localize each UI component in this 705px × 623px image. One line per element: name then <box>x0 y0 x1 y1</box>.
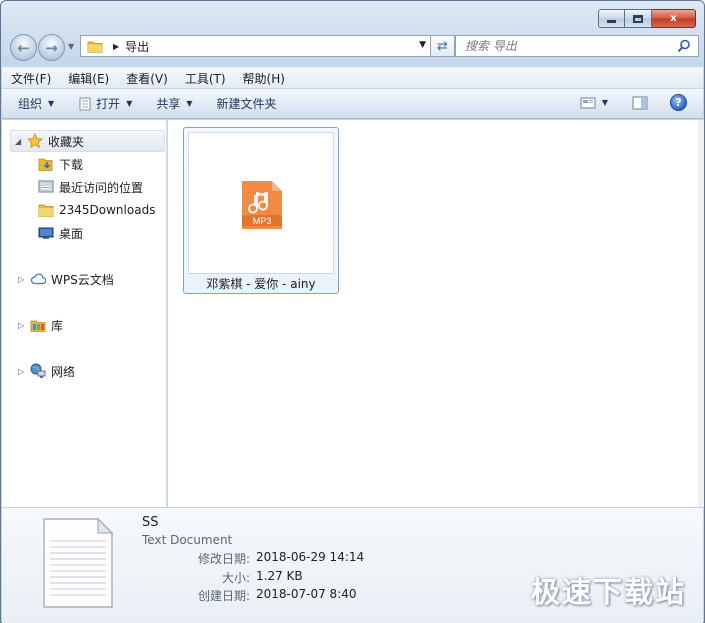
file-thumbnail: MP3 <box>188 132 334 274</box>
chevron-down-icon: ▼ <box>186 99 193 108</box>
arrow-left-icon: ← <box>17 38 30 57</box>
open-icon <box>79 97 91 110</box>
search-input[interactable] <box>465 39 665 53</box>
forward-button[interactable]: → <box>38 34 65 61</box>
details-created: 创建日期: 2018-07-07 8:40 <box>142 587 357 605</box>
downloads-folder-icon <box>38 158 53 171</box>
nav-library-label: 库 <box>51 318 64 333</box>
collapsed-arrow-icon[interactable]: ▷ <box>18 367 30 376</box>
menu-bar: 文件(F) 编辑(E) 查看(V) 工具(T) 帮助(H) <box>2 67 703 88</box>
navigation-pane: ◢ 收藏夹 下载 最近访问的位置 2345Downloads 桌面 ▷ WPS云… <box>2 120 167 507</box>
nav-favorites[interactable]: ◢ 收藏夹 <box>10 130 165 152</box>
text-document-icon <box>43 517 114 608</box>
organize-label: 组织 <box>18 97 43 111</box>
details-size-label: 大小: <box>221 571 250 585</box>
details-file-name: SS <box>142 515 159 530</box>
nav-item-label: 桌面 <box>59 226 84 241</box>
nav-wps-cloud[interactable]: ▷ WPS云文档 <box>18 269 114 289</box>
preview-pane-icon[interactable] <box>632 96 648 110</box>
organize-button[interactable]: 组织 ▼ <box>18 95 54 112</box>
minimize-button[interactable] <box>598 9 625 28</box>
collapsed-arrow-icon[interactable]: ▷ <box>18 275 30 284</box>
open-button[interactable]: 打开 ▼ <box>78 95 132 112</box>
nav-favorites-label: 收藏夹 <box>48 134 85 149</box>
nav-item-label: 下载 <box>59 157 84 172</box>
share-button[interactable]: 共享 ▼ <box>156 95 192 112</box>
recent-places-icon <box>38 180 54 193</box>
details-modified: 修改日期: 2018-06-29 14:14 <box>142 550 364 568</box>
close-icon: x <box>670 13 677 24</box>
watermark-text: 极速下载站 <box>531 575 687 609</box>
caption-buttons: x <box>598 9 696 28</box>
nav-library[interactable]: ▷ 库 <box>18 315 63 335</box>
nav-wps-label: WPS云文档 <box>51 272 114 287</box>
details-size-value: 1.27 KB <box>256 569 303 583</box>
menu-help[interactable]: 帮助(H) <box>243 70 285 87</box>
view-dropdown-icon[interactable]: ▼ <box>602 98 608 107</box>
help-icon[interactable]: ? <box>670 94 687 111</box>
details-modified-value: 2018-06-29 14:14 <box>256 550 365 564</box>
minimize-icon <box>607 20 616 23</box>
address-dropdown-icon[interactable]: ▼ <box>419 40 426 50</box>
new-folder-label: 新建文件夹 <box>216 97 277 111</box>
close-button[interactable]: x <box>652 9 696 28</box>
nav-item-desktop[interactable]: 桌面 <box>38 223 83 243</box>
breadcrumb-separator-icon[interactable]: ▶ <box>113 42 119 51</box>
change-view-icon[interactable] <box>580 96 596 110</box>
maximize-button[interactable] <box>625 9 652 28</box>
back-button[interactable]: ← <box>10 34 37 61</box>
file-item[interactable]: MP3 邓紫棋 - 爱你 - ainy <box>183 127 339 294</box>
share-label: 共享 <box>156 97 181 111</box>
desktop-icon <box>38 227 54 239</box>
mp3-file-icon: MP3 <box>242 181 282 229</box>
nav-network-label: 网络 <box>51 364 76 379</box>
menu-file[interactable]: 文件(F) <box>11 70 51 87</box>
open-label: 打开 <box>96 97 121 111</box>
content-edge <box>698 120 704 507</box>
search-icon[interactable] <box>677 39 691 53</box>
collapsed-arrow-icon[interactable]: ▷ <box>18 321 30 330</box>
mp3-badge: MP3 <box>253 216 272 226</box>
nav-item-label: 最近访问的位置 <box>59 180 144 195</box>
expanded-arrow-icon[interactable]: ◢ <box>15 137 27 146</box>
nav-network[interactable]: ▷ 网络 <box>18 361 75 381</box>
chevron-down-icon: ▼ <box>126 99 133 108</box>
address-bar[interactable]: ▶ 导出 ▼ <box>80 35 431 57</box>
breadcrumb-current[interactable]: 导出 <box>125 38 149 55</box>
command-bar: 组织 ▼ 打开 ▼ 共享 ▼ 新建文件夹 ▼ ? <box>2 89 703 119</box>
menu-view[interactable]: 查看(V) <box>126 70 168 87</box>
nav-item-recent-places[interactable]: 最近访问的位置 <box>38 177 143 197</box>
menu-edit[interactable]: 编辑(E) <box>68 70 109 87</box>
network-icon <box>30 363 46 378</box>
recent-pages-dropdown[interactable]: ▼ <box>68 42 74 51</box>
refresh-icon: ⇄ <box>437 38 448 54</box>
file-list: MP3 邓紫棋 - 爱你 - ainy <box>168 120 698 507</box>
nav-item-2345downloads[interactable]: 2345Downloads <box>38 200 155 220</box>
new-folder-button[interactable]: 新建文件夹 <box>217 95 277 112</box>
file-name: 邓紫棋 - 爱你 - ainy <box>206 277 316 291</box>
nav-item-downloads[interactable]: 下载 <box>38 154 83 174</box>
details-created-value: 2018-07-07 8:40 <box>256 587 357 601</box>
address-row: ← → ▼ ▶ 导出 ▼ ⇄ <box>10 34 700 61</box>
arrow-right-icon: → <box>45 38 58 57</box>
details-modified-label: 修改日期: <box>197 552 250 566</box>
refresh-button[interactable]: ⇄ <box>431 35 455 57</box>
menu-tools[interactable]: 工具(T) <box>185 70 226 87</box>
maximize-icon <box>633 14 643 23</box>
folder-icon <box>87 41 103 53</box>
folder-icon <box>38 204 54 217</box>
library-icon <box>30 320 46 332</box>
chevron-down-icon: ▼ <box>48 99 55 108</box>
details-file-type: Text Document <box>142 533 233 547</box>
details-size: 大小: 1.27 KB <box>142 569 303 587</box>
details-created-label: 创建日期: <box>197 589 250 603</box>
view-controls: ▼ ? <box>580 94 687 111</box>
explorer-window: x ← → ▼ ▶ 导出 ▼ ⇄ 文件(F) 编辑(E) 查看(V) 工具( <box>0 0 705 623</box>
search-box[interactable] <box>455 35 699 57</box>
cloud-icon <box>30 273 46 285</box>
nav-item-label: 2345Downloads <box>59 203 156 217</box>
star-icon <box>27 133 43 148</box>
